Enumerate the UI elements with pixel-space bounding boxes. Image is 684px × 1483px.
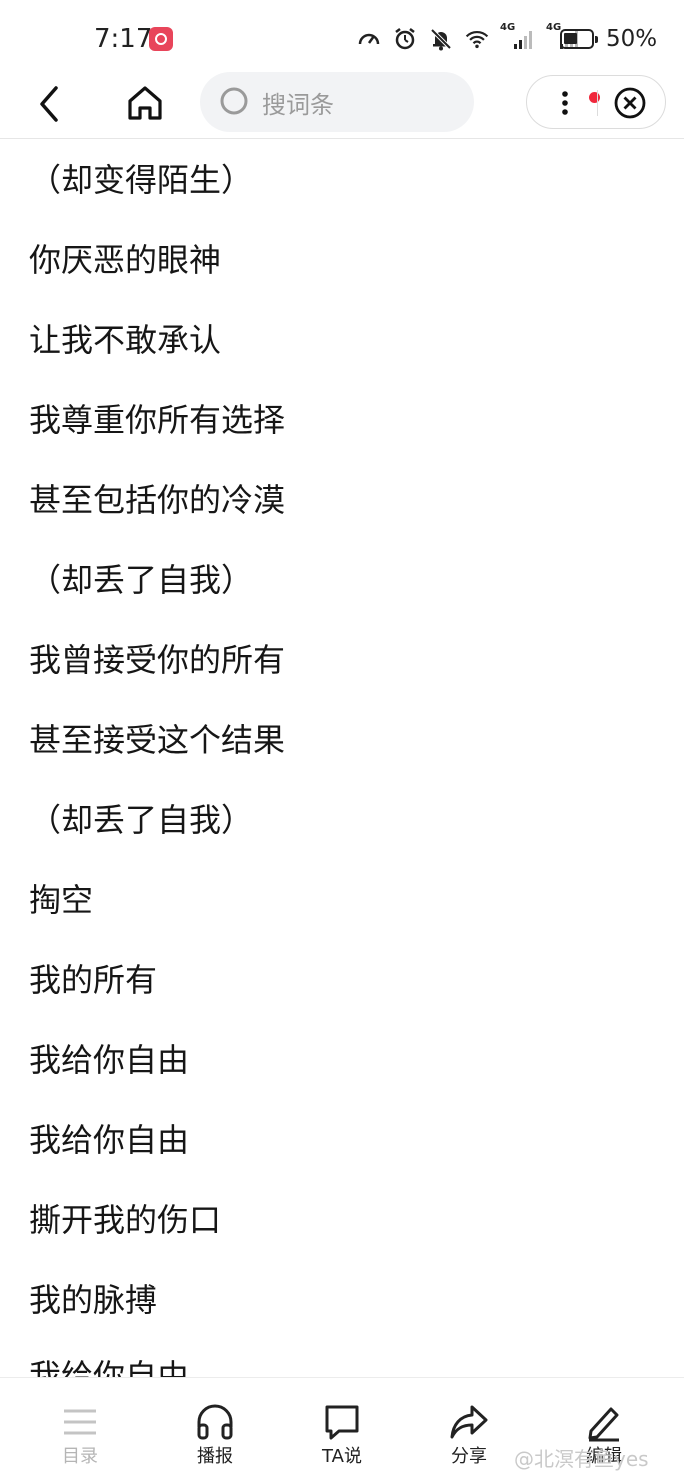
battery-icon — [560, 29, 598, 49]
headphones-icon — [193, 1400, 237, 1444]
lyric-line: 我的所有 — [29, 961, 158, 999]
capsule-divider — [597, 90, 598, 116]
chevron-left-icon — [40, 86, 58, 122]
nav-bar: 搜词条 — [0, 72, 684, 139]
toolbar-catalog-label: 目录 — [62, 1446, 98, 1467]
lyric-line: （却丢了自我） — [29, 801, 254, 839]
toolbar-share-label: 分享 — [451, 1446, 487, 1467]
status-icons: 4G 4G — [356, 22, 582, 52]
lyric-line: 我尊重你所有选择 — [29, 401, 286, 439]
battery-percent: 50% — [606, 26, 658, 52]
lyric-line: 我的脉搏 — [29, 1281, 158, 1319]
list-icon — [58, 1400, 102, 1444]
lyric-line: 我给你自由 — [29, 1041, 190, 1079]
lyric-line: （却变得陌生） — [29, 161, 254, 199]
lyric-line: 撕开我的伤口 — [29, 1201, 222, 1239]
more-vertical-icon — [562, 91, 568, 115]
mini-program-capsule — [526, 75, 666, 129]
toolbar-broadcast-button[interactable]: 播报 — [160, 1378, 270, 1483]
edit-icon — [582, 1400, 626, 1444]
toolbar-broadcast-label: 播报 — [197, 1446, 233, 1467]
signal-icon: 4G — [500, 22, 536, 52]
lyrics-content: （却变得陌生） 你厌恶的眼神 让我不敢承认 我尊重你所有选择 甚至包括你的冷漠 … — [0, 140, 684, 1377]
wifi-icon — [464, 26, 490, 52]
search-input[interactable]: 搜词条 — [200, 72, 474, 132]
notification-dot — [589, 92, 600, 103]
status-bar: 7:17 4G 4G 50% — [0, 0, 684, 72]
bell-off-icon — [428, 26, 454, 52]
lyric-line: 我给你自由 — [29, 1357, 190, 1377]
lyric-line: （却丢了自我） — [29, 561, 254, 599]
lyric-line: 我曾接受你的所有 — [29, 641, 286, 679]
lyric-line: 让我不敢承认 — [29, 321, 222, 359]
toolbar-catalog-button[interactable]: 目录 — [25, 1378, 135, 1483]
comment-icon — [320, 1400, 364, 1444]
speedometer-icon — [356, 26, 382, 52]
toolbar-share-button[interactable]: 分享 — [414, 1378, 524, 1483]
alarm-icon — [392, 26, 418, 52]
close-circle-icon — [614, 87, 646, 119]
lyric-line: 你厌恶的眼神 — [29, 241, 222, 279]
lyric-line: 甚至包括你的冷漠 — [29, 481, 286, 519]
watermark: @北溟有鱼yes — [514, 1447, 649, 1471]
home-icon — [128, 86, 162, 120]
close-button[interactable] — [611, 84, 649, 122]
more-button[interactable] — [545, 82, 600, 122]
search-icon — [218, 85, 252, 119]
toolbar-comment-button[interactable]: TA说 — [287, 1378, 397, 1483]
lyric-line: 掏空 — [29, 881, 94, 919]
home-button[interactable] — [122, 80, 168, 126]
back-button[interactable] — [28, 82, 72, 126]
status-time: 7:17 — [94, 24, 153, 54]
search-placeholder: 搜词条 — [262, 90, 334, 119]
lyric-line: 我给你自由 — [29, 1121, 190, 1159]
app-notification-icon — [149, 27, 173, 51]
network-type-label: 4G — [500, 22, 516, 33]
lyric-line: 甚至接受这个结果 — [29, 721, 286, 759]
toolbar-comment-label: TA说 — [322, 1446, 362, 1467]
share-icon — [447, 1400, 491, 1444]
network-type-label-2: 4G — [546, 22, 562, 33]
